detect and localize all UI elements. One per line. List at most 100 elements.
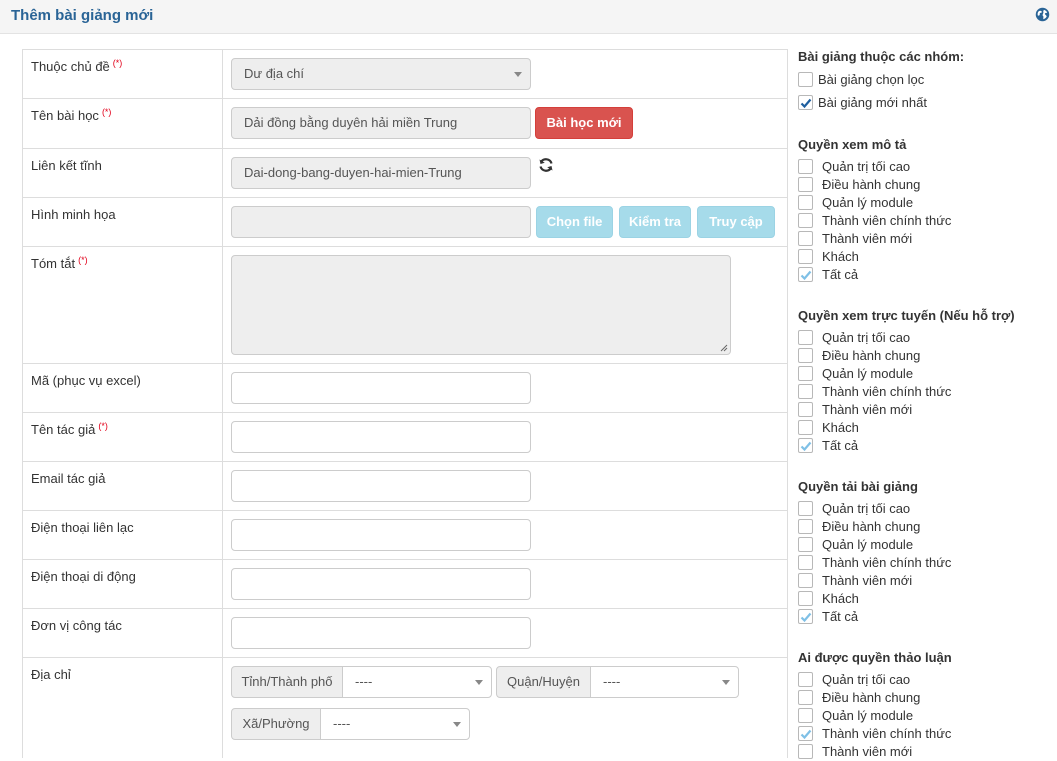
form-row-category: Thuộc chủ đề (*) Dư địa chí bbox=[23, 50, 787, 99]
image-path-input[interactable] bbox=[231, 206, 531, 238]
checkbox-row[interactable]: Quản trị tối cao bbox=[798, 500, 1053, 518]
code-label-cell: Mã (phục vụ excel) bbox=[23, 364, 223, 412]
checkbox[interactable] bbox=[798, 249, 813, 264]
checkbox-row[interactable]: Thành viên chính thức bbox=[798, 554, 1053, 572]
summary-label: Tóm tắt bbox=[31, 256, 76, 271]
ward-addon: Xã/Phường bbox=[231, 708, 321, 740]
checkbox-row[interactable]: Thành viên mới bbox=[798, 230, 1053, 248]
province-addon: Tỉnh/Thành phố bbox=[231, 666, 343, 698]
checkbox-label: Quản trị tối cao bbox=[822, 501, 911, 516]
checkbox-label: Quản trị tối cao bbox=[822, 159, 911, 174]
checkbox[interactable] bbox=[798, 591, 813, 606]
checkbox-row[interactable]: Quản lý module bbox=[798, 536, 1053, 554]
checkbox-row[interactable]: Thành viên mới bbox=[798, 743, 1053, 761]
checkbox[interactable] bbox=[798, 213, 813, 228]
refresh-icon[interactable] bbox=[538, 157, 554, 173]
form-row-code: Mã (phục vụ excel) bbox=[23, 364, 787, 413]
form-row-title: Tên bài học (*) Dải đồng bằng duyên hải m… bbox=[23, 99, 787, 149]
checkbox[interactable] bbox=[798, 95, 813, 110]
image-label-cell: Hình minh họa bbox=[23, 198, 223, 246]
checkbox[interactable] bbox=[798, 366, 813, 381]
checkbox-row[interactable]: Quản lý module bbox=[798, 365, 1053, 383]
checkbox-row[interactable]: Khách bbox=[798, 248, 1053, 266]
checkbox-row[interactable]: Điều hành chung bbox=[798, 689, 1053, 707]
checkbox[interactable] bbox=[798, 267, 813, 282]
district-select[interactable]: ---- bbox=[590, 666, 739, 698]
checkbox-row[interactable]: Thành viên mới bbox=[798, 572, 1053, 590]
checkbox-row[interactable]: Thành viên chính thức bbox=[798, 383, 1053, 401]
checkbox[interactable] bbox=[798, 726, 813, 741]
checkbox-row[interactable]: Thành viên mới bbox=[798, 401, 1053, 419]
checkbox[interactable] bbox=[798, 519, 813, 534]
checkbox-row[interactable]: Thành viên chính thức bbox=[798, 212, 1053, 230]
chevron-down-icon bbox=[722, 680, 730, 685]
choose-file-button[interactable]: Chọn file bbox=[536, 206, 613, 238]
checkbox-row[interactable]: Bài giảng chọn lọc bbox=[798, 71, 1053, 89]
checkbox[interactable] bbox=[798, 708, 813, 723]
author-label-cell: Tên tác giả (*) bbox=[23, 413, 223, 461]
checkbox[interactable] bbox=[798, 537, 813, 552]
title-input[interactable]: Dải đồng bằng duyên hải miền Trung bbox=[231, 107, 531, 139]
checkbox[interactable] bbox=[798, 573, 813, 588]
title-label: Tên bài học bbox=[31, 108, 99, 123]
checkbox[interactable] bbox=[798, 384, 813, 399]
checkbox-row[interactable]: Tất cả bbox=[798, 608, 1053, 626]
checkbox[interactable] bbox=[798, 402, 813, 417]
checkbox-row[interactable]: Quản lý module bbox=[798, 707, 1053, 725]
checkbox[interactable] bbox=[798, 231, 813, 246]
checkbox[interactable] bbox=[798, 348, 813, 363]
view-online-title: Quyền xem trực tuyến (Nếu hỗ trợ) bbox=[798, 308, 1015, 323]
lesson-form: Thuộc chủ đề (*) Dư địa chí Tên bài học (*… bbox=[22, 49, 788, 758]
alias-input[interactable]: Dai-dong-bang-duyen-hai-mien-Trung bbox=[231, 157, 531, 189]
form-row-summary: Tóm tắt (*) bbox=[23, 247, 787, 364]
checkbox-row[interactable]: Khách bbox=[798, 590, 1053, 608]
checkbox[interactable] bbox=[798, 72, 813, 87]
code-input[interactable] bbox=[231, 372, 531, 404]
checkbox-label: Điều hành chung bbox=[822, 348, 921, 363]
new-lesson-button[interactable]: Bài học mới bbox=[535, 107, 633, 139]
checkbox-row[interactable]: Quản trị tối cao bbox=[798, 329, 1053, 347]
checkbox[interactable] bbox=[798, 420, 813, 435]
author-email-input[interactable] bbox=[231, 470, 531, 502]
access-button[interactable]: Truy cập bbox=[697, 206, 775, 238]
checkbox-row[interactable]: Tất cả bbox=[798, 266, 1053, 284]
checkbox-row[interactable]: Điều hành chung bbox=[798, 518, 1053, 536]
globe-icon[interactable] bbox=[1035, 7, 1050, 22]
checkbox[interactable] bbox=[798, 195, 813, 210]
checkbox-row[interactable]: Điều hành chung bbox=[798, 347, 1053, 365]
checkbox[interactable] bbox=[798, 744, 813, 759]
checkbox-row[interactable]: Quản trị tối cao bbox=[798, 158, 1053, 176]
checkbox-label: Thành viên chính thức bbox=[822, 726, 952, 741]
checkbox[interactable] bbox=[798, 438, 813, 453]
checkbox[interactable] bbox=[798, 501, 813, 516]
alias-input-value: Dai-dong-bang-duyen-hai-mien-Trung bbox=[244, 165, 462, 180]
chevron-down-icon bbox=[475, 680, 483, 685]
checkbox[interactable] bbox=[798, 672, 813, 687]
summary-textarea[interactable] bbox=[231, 255, 731, 355]
category-select-value: Dư địa chí bbox=[244, 66, 305, 81]
author-email-label: Email tác giả bbox=[31, 471, 106, 486]
checkbox-row[interactable]: Quản lý module bbox=[798, 194, 1053, 212]
check-button[interactable]: Kiểm tra bbox=[619, 206, 691, 238]
ward-select[interactable]: ---- bbox=[320, 708, 470, 740]
checkbox-row[interactable]: Bài giảng mới nhất bbox=[798, 94, 1053, 112]
checkbox-row[interactable]: Tất cả bbox=[798, 437, 1053, 455]
category-select[interactable]: Dư địa chí bbox=[231, 58, 531, 90]
checkbox[interactable] bbox=[798, 690, 813, 705]
resize-handle-icon[interactable] bbox=[720, 344, 728, 352]
checkbox[interactable] bbox=[798, 609, 813, 624]
author-input[interactable] bbox=[231, 421, 531, 453]
checkbox[interactable] bbox=[798, 159, 813, 174]
checkbox-row[interactable]: Khách bbox=[798, 419, 1053, 437]
checkbox-row[interactable]: Điều hành chung bbox=[798, 176, 1053, 194]
checkbox[interactable] bbox=[798, 177, 813, 192]
checkbox[interactable] bbox=[798, 330, 813, 345]
checkbox[interactable] bbox=[798, 555, 813, 570]
workplace-input[interactable] bbox=[231, 617, 531, 649]
checkbox-row[interactable]: Quản trị tối cao bbox=[798, 671, 1053, 689]
checkbox-row[interactable]: Thành viên chính thức bbox=[798, 725, 1053, 743]
province-select[interactable]: ---- bbox=[342, 666, 492, 698]
checkbox-label: Tất cả bbox=[822, 609, 859, 624]
mobile-input[interactable] bbox=[231, 568, 531, 600]
phone-input[interactable] bbox=[231, 519, 531, 551]
